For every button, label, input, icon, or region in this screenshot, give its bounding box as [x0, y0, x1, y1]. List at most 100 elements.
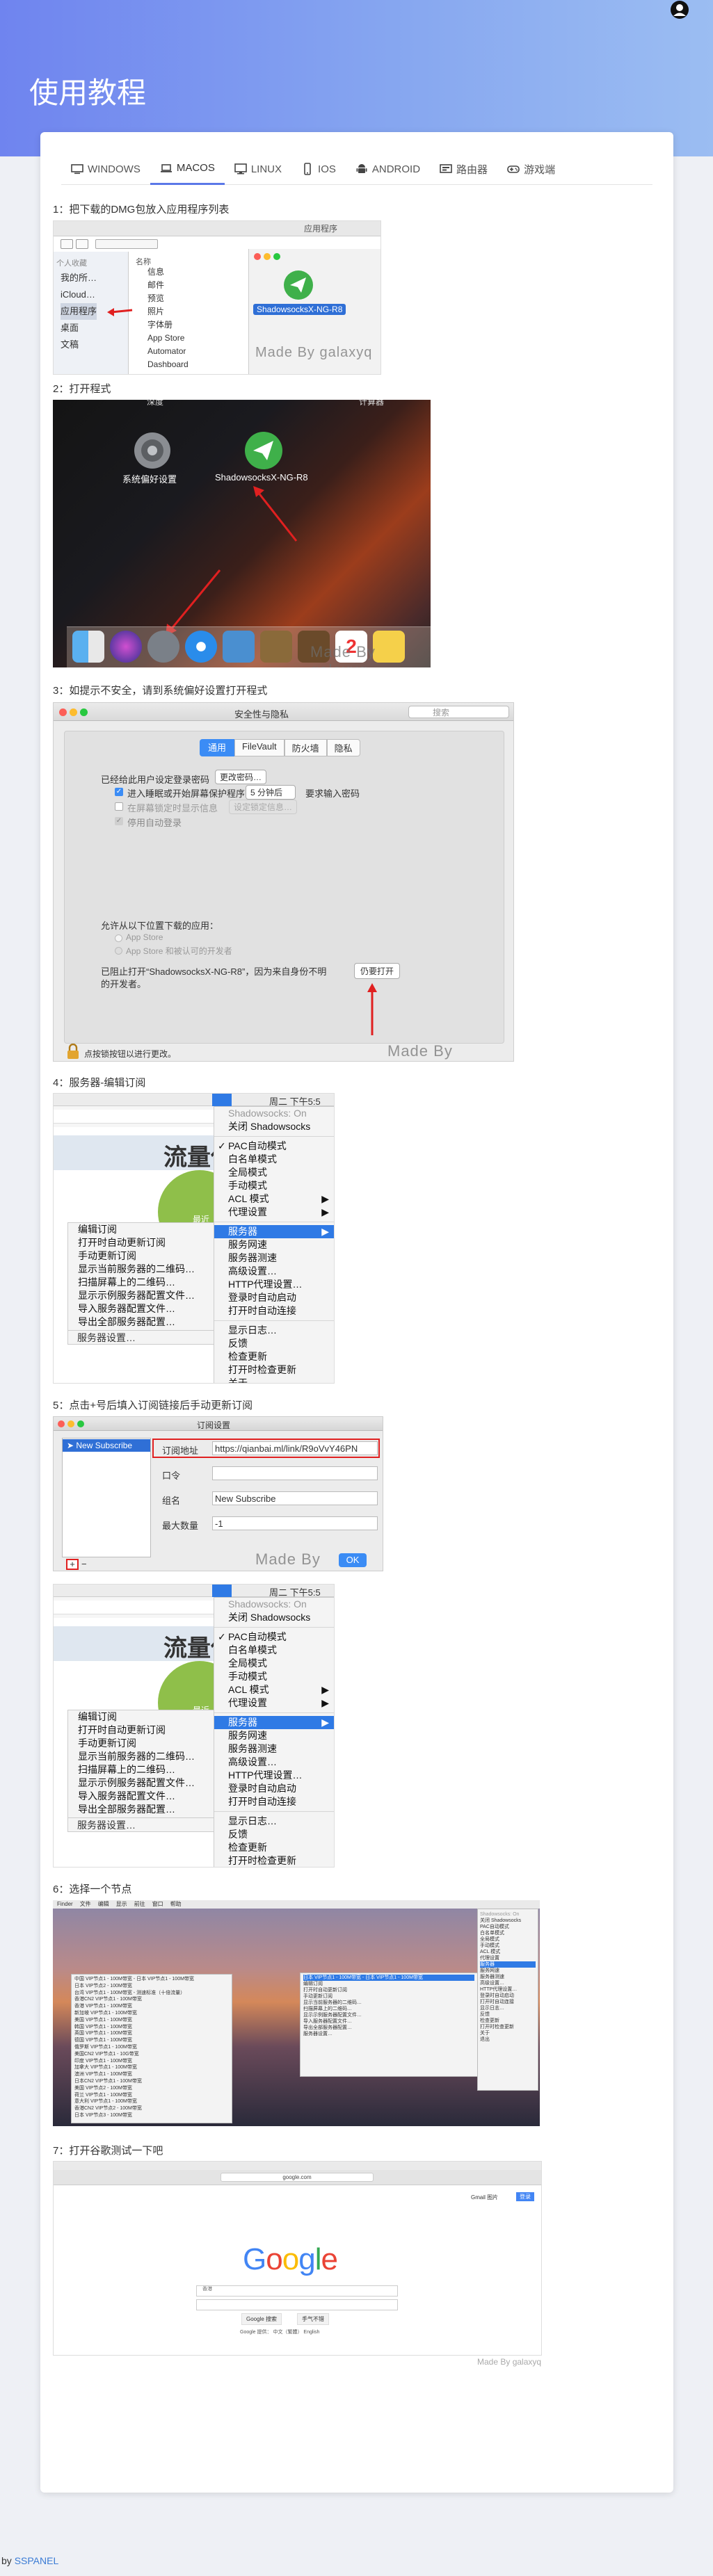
menu-toggle[interactable]: 关闭 Shadowsocks — [214, 1611, 334, 1624]
server-item[interactable]: 香港CN2 VIP节点1 - 100M带宽 — [74, 1996, 229, 2003]
lucky-button[interactable]: 手气不错 — [297, 2313, 329, 2325]
finder-list-item[interactable]: 照片 — [147, 305, 189, 318]
server-submenu-item[interactable]: 编辑订阅 — [68, 1710, 214, 1724]
finder-sidebar-item[interactable]: 桌面 — [61, 320, 97, 337]
server-submenu-item[interactable]: 导入服务器配置文件… — [303, 2018, 474, 2025]
menu-whitelist[interactable]: 白名单模式 — [214, 1644, 334, 1657]
address-bar[interactable]: google.com — [221, 2173, 374, 2182]
finder-sidebar-item[interactable]: 文稿 — [61, 337, 97, 353]
menubar-item[interactable]: 窗口 — [152, 1900, 163, 1909]
server-item[interactable]: 中国 VIP节点1 - 100M带宽 - 日本 VIP节点1 - 100M带宽 — [74, 1976, 229, 1983]
server-submenu-item[interactable]: 导出全部服务器配置… — [303, 2025, 474, 2031]
menu-advanced[interactable]: 高级设置… — [214, 1265, 334, 1278]
menu-acl[interactable]: ACL 模式 ▶ — [214, 1683, 334, 1696]
url-input[interactable]: https://qianbai.ml/link/R9oVvY46PN — [212, 1441, 378, 1455]
server-item[interactable]: 印度 VIP节点1 - 100M带宽 — [74, 2058, 229, 2065]
change-password-button[interactable]: 更改密码… — [215, 770, 267, 784]
menu-feedback[interactable]: 反馈 — [480, 2011, 536, 2018]
server-submenu-item[interactable]: 显示示例服务器配置文件… — [68, 1776, 214, 1790]
shadowsocks-app-icon[interactable] — [244, 431, 283, 470]
menu-autoconnect[interactable]: 打开时自动连接 — [214, 1304, 334, 1318]
server-submenu-item[interactable]: 服务器设置… — [77, 1818, 136, 1832]
server-submenu-item[interactable]: 导入服务器配置文件… — [68, 1302, 214, 1315]
menu-whitelist[interactable]: 白名单模式 — [214, 1153, 334, 1166]
server-submenu-item[interactable]: 显示示例服务器配置文件… — [303, 2012, 474, 2018]
menu-pac[interactable]: PAC自动模式 — [480, 1924, 536, 1930]
server-submenu-item[interactable]: 手动更新订阅 — [303, 1993, 474, 2000]
menu-http[interactable]: HTTP代理设置… — [480, 1986, 536, 1993]
launchpad-icon[interactable] — [147, 631, 179, 663]
menu-feedback[interactable]: 反馈 — [214, 1337, 334, 1350]
menu-feedback[interactable]: 反馈 — [214, 1828, 334, 1841]
server-item[interactable]: 香港 VIP节点1 - 100M带宽 — [74, 2003, 229, 2010]
tab-game[interactable]: 游戏端 — [497, 153, 565, 185]
lock-msg-checkbox[interactable] — [115, 802, 123, 811]
lock-icon[interactable] — [66, 1044, 80, 1060]
menu-update[interactable]: 检查更新 — [214, 1350, 334, 1363]
menu-http[interactable]: HTTP代理设置… — [214, 1278, 334, 1291]
menu-update[interactable]: 检查更新 — [480, 2018, 536, 2024]
menu-acl[interactable]: ACL 模式 — [480, 1949, 536, 1955]
menu-update-open[interactable]: 打开时检查更新 — [480, 2024, 536, 2030]
server-submenu-item[interactable]: 手动更新订阅 — [68, 1249, 214, 1263]
lock-msg-button[interactable]: 设定锁定信息… — [229, 800, 298, 814]
server-submenu-item[interactable]: 导出全部服务器配置… — [68, 1315, 214, 1329]
server-item[interactable]: 香港CN2 VIP节点2 - 100M带宽 — [74, 2105, 229, 2112]
menu-update-open[interactable]: 打开时检查更新 — [214, 1363, 334, 1377]
menu-launch[interactable]: 登录时自动启动 — [214, 1782, 334, 1795]
tab-firewall[interactable]: 防火墙 — [284, 739, 327, 756]
menubar-item[interactable]: Finder — [57, 1900, 73, 1909]
tab-privacy[interactable]: 隐私 — [326, 739, 360, 756]
menu-proxy[interactable]: 代理设置 — [480, 1955, 536, 1961]
server-item[interactable]: 日本 VIP节点3 - 100M带宽 — [74, 2112, 229, 2119]
menu-manual[interactable]: 手动模式 — [214, 1179, 334, 1192]
menubar-item[interactable]: 显示 — [116, 1900, 127, 1909]
user-icon[interactable] — [670, 0, 689, 19]
tab-router[interactable]: 路由器 — [430, 153, 497, 185]
menu-pac[interactable]: ✓ PAC自动模式 — [214, 1140, 334, 1153]
menu-manual[interactable]: 手动模式 — [214, 1670, 334, 1683]
menu-pac[interactable]: ✓ PAC自动模式 — [214, 1630, 334, 1644]
mail-icon[interactable] — [223, 631, 255, 663]
menu-autoconnect[interactable]: 打开时自动连接 — [214, 1795, 334, 1808]
menu-global[interactable]: 全局模式 — [214, 1657, 334, 1670]
tab-general[interactable]: 通用 — [200, 739, 235, 756]
server-item[interactable]: 日本 VIP节点2 - 100M带宽 — [74, 1983, 229, 1990]
menu-autoconnect[interactable]: 打开时自动连接 — [480, 1999, 536, 2005]
menubar-item[interactable]: 编辑 — [98, 1900, 109, 1909]
server-item[interactable]: 美国CN2 VIP节点1 - 10G带宽 — [74, 2051, 229, 2058]
menu-http[interactable]: HTTP代理设置… — [214, 1769, 334, 1782]
menu-speedtest[interactable]: 服务器测速 — [480, 1974, 536, 1980]
menu-log[interactable]: 显示日志… — [214, 1815, 334, 1828]
menu-whitelist[interactable]: 白名单模式 — [480, 1930, 536, 1936]
menu-update[interactable]: 检查更新 — [214, 1841, 334, 1854]
server-item[interactable]: 韩国 VIP节点1 - 100M带宽 — [74, 2024, 229, 2031]
add-button[interactable]: + — [66, 1559, 79, 1570]
open-anyway-button[interactable]: 仍要打开 — [354, 963, 401, 979]
server-item[interactable]: 俄罗斯 VIP节点1 - 100M带宽 — [74, 2044, 229, 2051]
finder-list-item[interactable]: Automator — [147, 345, 189, 358]
server-item[interactable]: 德国 VIP节点1 - 100M带宽 — [74, 2037, 229, 2044]
server-submenu-item[interactable]: 编辑订阅 — [303, 1981, 474, 1987]
server-submenu-item[interactable]: 显示当前服务器的二维码… — [68, 1750, 214, 1763]
server-item[interactable]: 新加坡 VIP节点1 - 100M带宽 — [74, 2010, 229, 2017]
tab-macos[interactable]: MACOS — [150, 153, 225, 185]
gear-icon[interactable] — [133, 431, 172, 470]
menu-speedtest[interactable]: 服务器测速 — [214, 1742, 334, 1756]
subscribe-list-item[interactable]: ➤ New Subscribe — [63, 1439, 150, 1452]
signin-button[interactable]: 登录 — [516, 2192, 534, 2201]
menu-log[interactable]: 显示日志… — [214, 1324, 334, 1337]
siri-icon[interactable] — [110, 631, 142, 663]
finder-icon[interactable] — [72, 631, 104, 663]
server-submenu-item[interactable]: 扫描屏幕上的二维码… — [303, 2006, 474, 2012]
remove-button[interactable]: − — [81, 1559, 87, 1569]
finder-list-item[interactable]: 信息 — [147, 266, 189, 279]
finder-list-item[interactable]: App Store — [147, 332, 189, 345]
server-item[interactable]: 澳洲 VIP节点1 - 100M带宽 — [74, 2071, 229, 2078]
menu-speed[interactable]: 服务网速 — [214, 1729, 334, 1742]
server-submenu-item[interactable]: 打开时自动更新订阅 — [68, 1724, 214, 1737]
menu-update-open[interactable]: 打开时检查更新 — [214, 1854, 334, 1867]
menu-servers[interactable]: 服务器 — [480, 1961, 536, 1968]
menu-about[interactable]: 关于 — [480, 2030, 536, 2036]
search-input[interactable] — [196, 2285, 398, 2296]
